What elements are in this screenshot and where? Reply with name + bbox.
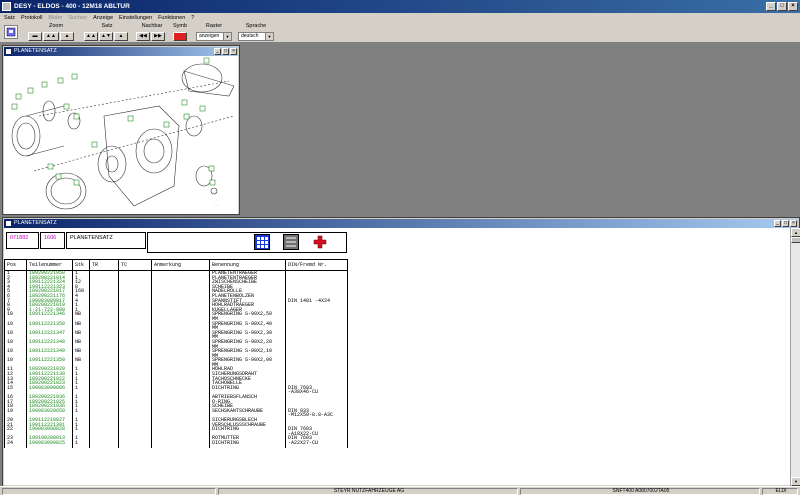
app-icon [2,2,11,11]
satz-prev-button[interactable]: ▲▲ [84,32,98,41]
exploded-view-drawing[interactable]: ····· [4,56,238,214]
assembly-name: PLANETENSATZ [66,232,146,249]
menu-anzeige[interactable]: Anzeige [93,15,113,21]
table-view-icon[interactable] [283,234,299,250]
scroll-up-icon[interactable]: ▲ [791,228,800,237]
planetary-gear-diagram: ····· [11,57,235,210]
status-company: STEYR NUTZFAHRZEUGE AG [218,488,518,495]
nachbar-label: Nachbar [141,23,163,29]
drawing-window-title: PLANETENSATZ [14,48,57,54]
zoom-out-button[interactable]: ▬ [28,32,42,41]
zoom-in-button[interactable]: ▲ [60,32,74,41]
minimize-button[interactable]: _ [766,2,776,11]
sprache-select[interactable]: deutsch ▼ [238,32,274,41]
chevron-down-icon: ▼ [265,33,273,40]
table-cell [118,445,152,448]
menu-help[interactable]: ? [191,15,194,21]
table-header-row: Pos Teilenummer Stk TR TC Anmerkung Bene… [4,259,348,271]
symb-label: Symb [172,23,188,29]
app-title: DESY - ELDOS - 400 - 12M18 ABLTUR [14,3,130,10]
menu-funktionen[interactable]: Funktionen [158,15,185,21]
sprache-label: Sprache [245,23,267,29]
sprache-value: deutsch [241,33,259,39]
menu-einstellungen[interactable]: Einstellungen [119,15,152,21]
close-button[interactable]: × [230,48,237,55]
parts-window-title: PLANETENSATZ [14,220,57,226]
window-icon [6,221,11,226]
col-teilenummer: Teilenummer [26,259,73,271]
col-tc: TC [118,259,152,271]
menu-bar: Satz Protokoll Bilder Suchen Anzeige Ein… [0,13,800,22]
col-tr: TR [89,259,119,271]
table-body: 1 189200221950 1 PLANETENTRAEGER 2 1892002210… [4,270,348,448]
scroll-down-icon[interactable]: ▼ [791,477,800,486]
minimize-button[interactable]: _ [774,220,781,227]
maximize-button[interactable]: □ [777,2,787,11]
menu-bilder[interactable]: Bilder [48,15,62,21]
status-cell-1 [2,488,216,495]
vertical-scrollbar[interactable]: ▲ ▼ [790,228,800,486]
print-icon[interactable] [4,25,18,39]
menu-satz[interactable]: Satz [4,15,15,21]
group-code: 071882 [6,232,39,249]
sub-group-code: 1606 [40,232,65,249]
col-stk: Stk [72,259,90,271]
zoom-fit-button[interactable]: ▲▲ [43,32,59,41]
drawing-window: PLANETENSATZ _ □ × ····· [2,45,240,215]
status-document: SNFT400 A0807002TA05 [520,488,760,495]
window-icon [6,49,11,54]
maximize-button[interactable]: □ [222,48,229,55]
satz-up-button[interactable]: ▲▼ [99,32,113,41]
zoom-label: Zoom [48,23,64,29]
minimize-button[interactable]: _ [214,48,221,55]
status-bar: STEYR NUTZFAHRZEUGE AG SNFT400 A0807002T… [0,486,800,495]
menu-protokoll[interactable]: Protokoll [21,15,42,21]
satz-next-button[interactable]: ▲ [114,32,128,41]
chevron-down-icon: ▼ [223,33,231,40]
red-cross-icon[interactable] [312,234,328,250]
svg-text:·····: ····· [214,203,219,207]
table-cell [89,445,119,448]
raster-select[interactable]: anzeigen ▼ [196,32,232,41]
status-language: ELDI [762,488,798,495]
app-title-bar: DESY - ELDOS - 400 - 12M18 ABLTUR _ □ × [0,0,800,13]
close-button[interactable]: × [788,2,798,11]
maximize-button[interactable]: □ [782,220,789,227]
col-pos: Pos [4,259,27,271]
col-anmerkung: Anmerkung [151,259,210,271]
col-benennung: Benennung [209,259,286,271]
parts-window-title-bar: PLANETENSATZ _ □ × [4,219,798,228]
raster-value: anzeigen [199,33,220,39]
toolbar: Zoom ▬ ▲▲ ▲ Satz ▲▲ ▲▼ ▲ Nachbar ◀◀ ▶▶ S… [0,22,800,43]
satz-label: Satz [101,23,113,29]
close-button[interactable]: × [790,220,797,227]
parts-table: Pos Teilenummer Stk TR TC Anmerkung Bene… [4,259,348,448]
raster-label: Raster [205,23,223,29]
nachbar-next-button[interactable]: ▶▶ [151,32,165,41]
nachbar-prev-button[interactable]: ◀◀ [136,32,150,41]
symb-button[interactable] [173,32,187,41]
col-din: DIN/Fremd Nr. [285,259,348,271]
grid-view-icon[interactable] [254,234,270,250]
table-cell [151,445,210,448]
menu-suchen[interactable]: Suchen [68,15,87,21]
scroll-thumb[interactable] [791,237,800,243]
drawing-window-title-bar: PLANETENSATZ _ □ × [4,47,238,56]
